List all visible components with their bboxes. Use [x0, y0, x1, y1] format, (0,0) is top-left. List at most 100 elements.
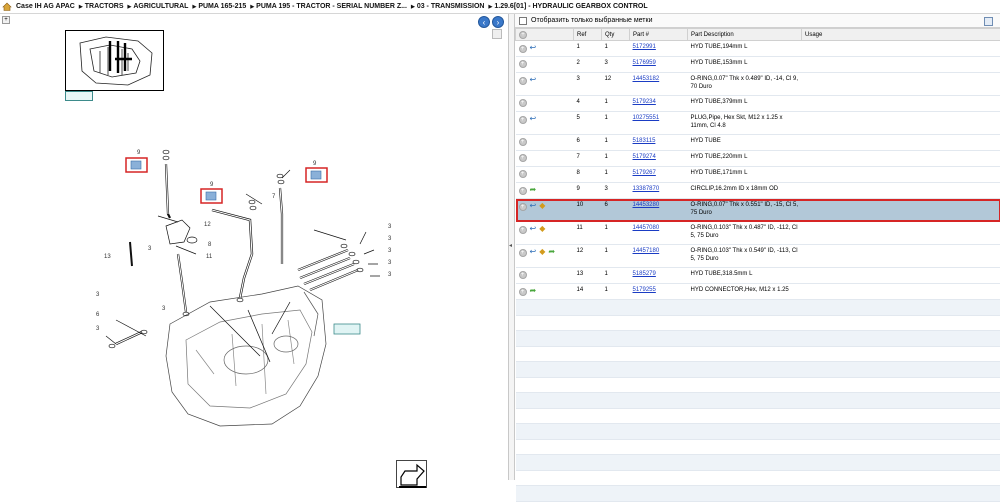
usage-cell [802, 57, 1000, 73]
header-select[interactable]: + [516, 29, 574, 41]
table-row[interactable]: +715179274HYD TUBE,220mm L [516, 151, 1000, 167]
ref-cell: 9 [574, 183, 602, 199]
header-usage[interactable]: Usage [802, 29, 1000, 41]
part-number-link[interactable]: 5179274 [633, 154, 656, 160]
empty-row [516, 393, 1000, 409]
svg-text:13: 13 [104, 254, 111, 260]
add-to-cart-icon[interactable]: + [519, 271, 527, 279]
usage-cell [802, 284, 1000, 300]
part-number-link[interactable]: 5183115 [633, 138, 656, 144]
part-number-link[interactable]: 5185279 [633, 271, 656, 277]
settings-icon[interactable] [984, 17, 993, 26]
breadcrumb-item[interactable]: ▶PUMA 195 - TRACTOR - SERIAL NUMBER Z... [250, 3, 407, 10]
chevron-right-icon: ▶ [192, 4, 196, 10]
add-to-cart-icon[interactable]: + [519, 187, 527, 195]
qty-cell: 1 [602, 167, 630, 183]
add-to-cart-icon[interactable]: + [519, 116, 527, 124]
qty-cell: 1 [602, 268, 630, 284]
part-number-link[interactable]: 10275551 [633, 115, 660, 121]
breadcrumb-item[interactable]: ▶PUMA 165-215 [192, 3, 246, 10]
cart-icon[interactable]: ↩ [530, 202, 537, 210]
add-to-cart-icon[interactable]: + [519, 288, 527, 296]
table-row[interactable]: +↩31214453182O-RING,0.07" Thk x 0.489" I… [516, 73, 1000, 96]
table-row[interactable]: +↩◆➦12114457180O-RING,0.103" Thk x 0.549… [516, 245, 1000, 268]
add-to-cart-icon[interactable]: + [519, 249, 527, 257]
arrow-icon[interactable]: ➦ [548, 248, 555, 256]
table-row[interactable]: +➦9313387870CIRCLIP,16.2mm ID x 18mm OD [516, 183, 1000, 199]
part-number-cell: 14453280 [630, 199, 688, 222]
description-cell: HYD TUBE,171mm L [688, 167, 802, 183]
breadcrumb-item[interactable]: ▶1.29.6[01] - HYDRAULIC GEARBOX CONTROL [489, 3, 648, 10]
add-to-cart-icon[interactable]: + [519, 154, 527, 162]
table-row[interactable]: +1315185279HYD TUBE,318.5mm L [516, 268, 1000, 284]
table-row[interactable]: +615183115HYD TUBE [516, 135, 1000, 151]
breadcrumb-item[interactable]: Case IH AG APAC [16, 3, 75, 10]
ref-cell: 1 [574, 41, 602, 57]
box-icon[interactable]: ◆ [539, 225, 545, 233]
parts-table: + Ref Qty Part # Part Description Usage … [515, 28, 1000, 502]
box-icon[interactable]: ◆ [539, 202, 545, 210]
table-row[interactable]: +415179234HYD TUBE,379mm L [516, 96, 1000, 112]
header-part-number[interactable]: Part # [630, 29, 688, 41]
table-row[interactable]: +235176959HYD TUBE,153mm L [516, 57, 1000, 73]
table-row[interactable]: +↩◆10614453280O-RING,0.07" Thk x 0.551" … [516, 199, 1000, 222]
part-number-link[interactable]: 14457080 [633, 225, 660, 231]
part-number-link[interactable]: 5179255 [633, 287, 656, 293]
cart-icon[interactable]: ↩ [530, 115, 537, 123]
part-number-cell: 5176959 [630, 57, 688, 73]
part-number-link[interactable]: 5176959 [633, 60, 656, 66]
part-number-link[interactable]: 5179267 [633, 170, 656, 176]
add-to-cart-icon[interactable]: + [519, 203, 527, 211]
breadcrumb-item[interactable]: ▶AGRICULTURAL [128, 3, 189, 10]
header-qty[interactable]: Qty [602, 29, 630, 41]
breadcrumb-item[interactable]: ▶03 - TRANSMISSION [411, 3, 485, 10]
table-row[interactable]: +815179267HYD TUBE,171mm L [516, 167, 1000, 183]
part-number-link[interactable]: 5172991 [633, 44, 656, 50]
part-number-link[interactable]: 14453182 [633, 76, 660, 82]
home-icon[interactable] [2, 2, 12, 11]
cart-icon[interactable]: ↩ [530, 225, 537, 233]
description-cell: HYD TUBE [688, 135, 802, 151]
add-to-cart-icon[interactable]: + [519, 226, 527, 234]
add-to-cart-icon[interactable]: + [519, 45, 527, 53]
part-number-link[interactable]: 14457180 [633, 248, 660, 254]
cart-icon[interactable]: ↩ [530, 44, 537, 52]
empty-row [516, 346, 1000, 362]
add-to-cart-icon[interactable]: + [519, 170, 527, 178]
row-actions: +↩ [516, 112, 574, 135]
filter-label: Отобразить только выбранные метки [531, 17, 652, 24]
part-number-link[interactable]: 13387870 [633, 186, 660, 192]
add-all-icon[interactable]: + [519, 31, 527, 39]
svg-text:3: 3 [388, 224, 392, 230]
header-ref[interactable]: Ref [574, 29, 602, 41]
table-row[interactable]: +↩5110275551PLUG,Pipe, Hex Skt, M12 x 1.… [516, 112, 1000, 135]
cart-icon[interactable]: ↩ [530, 76, 537, 84]
svg-text:7: 7 [272, 194, 276, 200]
table-row[interactable]: +➦1415179255HYD CONNECTOR,Hex, M12 x 1.2… [516, 284, 1000, 300]
add-to-cart-icon[interactable]: + [519, 60, 527, 68]
cart-icon[interactable]: ↩ [530, 248, 537, 256]
table-row[interactable]: +↩115172991HYD TUBE,194mm L [516, 41, 1000, 57]
part-number-cell: 5179255 [630, 284, 688, 300]
part-number-link[interactable]: 5179234 [633, 99, 656, 105]
add-to-cart-icon[interactable]: + [519, 138, 527, 146]
svg-text:3: 3 [162, 306, 166, 312]
arrow-icon[interactable]: ➦ [530, 186, 537, 194]
open-in-new-window-button[interactable] [396, 460, 427, 488]
box-icon[interactable]: ◆ [539, 248, 545, 256]
row-actions: +➦ [516, 284, 574, 300]
breadcrumb: Case IH AG APAC▶TRACTORS▶AGRICULTURAL▶PU… [0, 0, 1000, 14]
part-number-cell: 5179274 [630, 151, 688, 167]
add-to-cart-icon[interactable]: + [519, 99, 527, 107]
arrow-icon[interactable]: ➦ [530, 287, 537, 295]
show-selected-only-checkbox[interactable] [519, 17, 527, 25]
header-description[interactable]: Part Description [688, 29, 802, 41]
collapse-arrow-icon[interactable]: ◂ [509, 242, 512, 249]
breadcrumb-item[interactable]: ▶TRACTORS [79, 3, 124, 10]
ref-cell: 6 [574, 135, 602, 151]
diagram-pane: + ‹ › [0, 14, 509, 480]
table-row[interactable]: +↩◆11114457080O-RING,0.103" Thk x 0.487"… [516, 222, 1000, 245]
add-to-cart-icon[interactable]: + [519, 77, 527, 85]
svg-text:3: 3 [96, 326, 100, 332]
part-number-link[interactable]: 14453280 [633, 202, 660, 208]
